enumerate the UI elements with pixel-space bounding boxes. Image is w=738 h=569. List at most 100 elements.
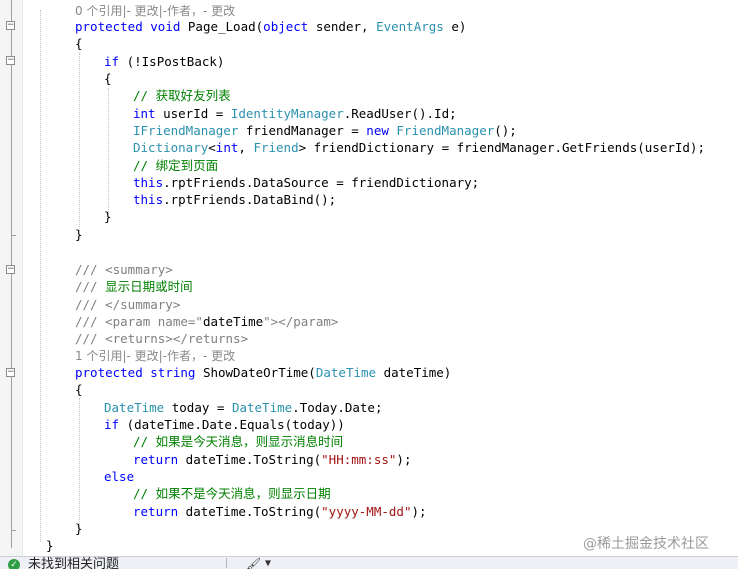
keyword: this xyxy=(133,192,164,207)
statement: ); xyxy=(411,504,427,519)
code-line-friend-dictionary: Dictionary<int, Friend> friendDictionary… xyxy=(133,139,705,156)
method-name: Page_Load( xyxy=(180,19,264,34)
brace: } xyxy=(46,538,54,553)
type-name: FriendManager xyxy=(396,123,495,138)
keyword: object xyxy=(263,19,309,34)
statement: (); xyxy=(494,123,517,138)
statement: .rptFriends.DataBind(); xyxy=(163,192,337,207)
keyword: if xyxy=(104,54,120,69)
brush-icon[interactable]: 🖌 xyxy=(246,557,261,569)
brace: } xyxy=(75,521,83,536)
brace: { xyxy=(75,36,83,51)
collapse-doc-comment-toggle[interactable]: − xyxy=(6,265,15,274)
keyword: int xyxy=(133,106,156,121)
code-line-brace-close: } xyxy=(75,520,83,537)
statement: .Today.Date; xyxy=(292,400,383,415)
code-line-doc-summary-text: /// 显示日期或时间 xyxy=(75,278,193,295)
outline-line xyxy=(11,0,12,548)
outline-end-marker xyxy=(11,235,16,236)
statement: < xyxy=(208,140,216,155)
string-literal: "yyyy-MM-dd" xyxy=(321,504,412,519)
keyword: string xyxy=(150,365,196,380)
code-line-datasource: this.rptFriends.DataSource = friendDicti… xyxy=(133,174,479,191)
keyword: void xyxy=(150,19,181,34)
brace: { xyxy=(75,382,83,397)
code-line-brace-open: { xyxy=(104,70,112,87)
doc-comment: "></param> xyxy=(263,314,339,329)
outlining-margin: − − − − xyxy=(0,0,23,556)
parameter: e) xyxy=(443,19,467,34)
code-line-return-date: return dateTime.ToString("yyyy-MM-dd"); xyxy=(133,503,427,520)
parameter: sender, xyxy=(308,19,377,34)
statement: userId = xyxy=(155,106,231,121)
code-line-databind: this.rptFriends.DataBind(); xyxy=(133,191,336,208)
statement: today = xyxy=(164,400,232,415)
condition: (dateTime.Date.Equals(today)) xyxy=(119,417,345,432)
condition: (!IsPostBack) xyxy=(119,54,225,69)
status-message[interactable]: 未找到相关问题 xyxy=(28,557,119,569)
string-literal: "HH:mm:ss" xyxy=(321,452,397,467)
codelens-page-load[interactable]: 0 个引用|- 更改|-作者，- 更改 xyxy=(75,2,235,19)
codelens-text[interactable]: 1 个引用|- 更改|-作者，- 更改 xyxy=(75,349,235,363)
type-name: DateTime xyxy=(315,365,377,380)
type-name: Dictionary xyxy=(133,140,209,155)
type-name: DateTime xyxy=(104,400,165,415)
keyword: new xyxy=(366,123,389,138)
code-line-if-postback: if (!IsPostBack) xyxy=(104,53,224,70)
comment: // 获取好友列表 xyxy=(133,88,231,103)
statement: friendManager = xyxy=(238,123,367,138)
type-name: Friend xyxy=(253,140,299,155)
code-line-comment: // 如果是今天消息，则显示消息时间 xyxy=(133,433,343,450)
code-line-brace-close: } xyxy=(104,208,112,225)
code-line-doc-returns: /// <returns></returns> xyxy=(75,330,248,347)
indent-guide xyxy=(79,53,80,231)
comment: // 如果是今天消息，则显示消息时间 xyxy=(133,434,344,449)
code-line-comment: // 获取好友列表 xyxy=(133,87,231,104)
code-line-brace-close: } xyxy=(46,537,54,554)
keyword: else xyxy=(104,469,135,484)
codelens-show-date[interactable]: 1 个引用|- 更改|-作者，- 更改 xyxy=(75,347,235,364)
collapse-show-date-toggle[interactable]: − xyxy=(6,368,15,377)
code-line-if-equals: if (dateTime.Date.Equals(today)) xyxy=(104,416,345,433)
code-editor[interactable]: − − − − 0 个引用|- 更改|-作者，- 更改 protected vo… xyxy=(0,0,738,556)
statement: dateTime.ToString( xyxy=(178,504,322,519)
outline-end-marker xyxy=(11,530,16,531)
collapse-if-block-toggle[interactable]: − xyxy=(6,56,15,65)
code-line-brace-close: } xyxy=(75,226,83,243)
method-name: ShowDateOrTime( xyxy=(195,365,316,380)
code-line-show-date-signature: protected string ShowDateOrTime(DateTime… xyxy=(75,364,451,381)
statement: , xyxy=(238,140,254,155)
doc-comment: /// xyxy=(75,279,106,294)
code-line-friend-manager: IFriendManager friendManager = new Frien… xyxy=(133,122,517,139)
type-name: EventArgs xyxy=(376,19,444,34)
keyword: this xyxy=(133,175,164,190)
statement: .rptFriends.DataSource = friendDictionar… xyxy=(163,175,480,190)
type-name: DateTime xyxy=(231,400,293,415)
status-divider xyxy=(226,558,227,568)
doc-comment: /// <param name=" xyxy=(75,314,203,329)
code-line-doc-summary-close: /// </summary> xyxy=(75,296,180,313)
statement: dateTime.ToString( xyxy=(178,452,322,467)
brace: { xyxy=(104,71,112,86)
code-line-return-time: return dateTime.ToString("HH:mm:ss"); xyxy=(133,451,411,468)
type-name: IdentityManager xyxy=(230,106,344,121)
doc-comment-text: 显示日期或时间 xyxy=(105,279,193,294)
watermark: @稀土掘金技术社区 xyxy=(583,536,709,552)
chevron-down-icon[interactable]: ▼ xyxy=(265,557,271,569)
brace: } xyxy=(104,209,112,224)
indent-guide xyxy=(40,10,41,542)
codelens-text[interactable]: 0 个引用|- 更改|-作者，- 更改 xyxy=(75,4,235,18)
indent-guide xyxy=(108,88,109,214)
code-line-else: else xyxy=(104,468,134,485)
code-line-brace-open: { xyxy=(75,381,83,398)
type-name: IFriendManager xyxy=(133,123,239,138)
code-line-userid: int userId = IdentityManager.ReadUser().… xyxy=(133,105,457,122)
code-line-comment: // 绑定到页面 xyxy=(133,157,218,174)
keyword: if xyxy=(104,417,120,432)
indent-guide xyxy=(79,398,80,528)
code-line-doc-param: /// <param name="dateTime"></param> xyxy=(75,313,338,330)
comment: // 绑定到页面 xyxy=(133,158,219,173)
statement: > friendDictionary = friendManager.GetFr… xyxy=(298,140,705,155)
collapse-page-load-toggle[interactable]: − xyxy=(6,21,15,30)
doc-param-name: dateTime xyxy=(202,314,264,329)
